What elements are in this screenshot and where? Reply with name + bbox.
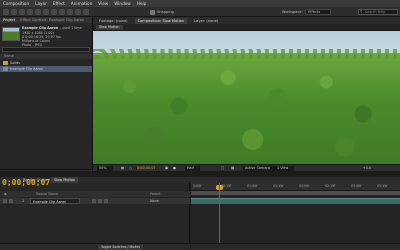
clip-thumbnail (2, 27, 20, 41)
search-help-text: Search Help (365, 10, 386, 14)
search-icon: ⚲ (360, 10, 363, 14)
search-help-input[interactable]: Search Help (358, 9, 398, 15)
footage-forest (93, 53, 400, 164)
audio-icon[interactable] (9, 199, 13, 203)
parent-dropdown[interactable]: None (150, 198, 159, 204)
layer-number: 1 (22, 199, 25, 203)
tab-effect-controls[interactable]: Effect Controls: Example Clip Aaron (20, 18, 84, 22)
ruler-tick: 03:15f (377, 184, 388, 188)
hand-tool-icon[interactable] (11, 9, 17, 15)
selection-tool-icon[interactable] (3, 9, 9, 15)
timeline-graph-area[interactable]: 0:00f 00:15f 01:00f 01:15f 02:00f 02:15f… (191, 183, 400, 250)
column-parent[interactable]: Parent (150, 192, 161, 196)
workspace-label: Workspace: (282, 10, 303, 14)
av-switches-icon: ◉ (4, 192, 7, 196)
project-column-name[interactable]: Name (0, 54, 92, 59)
tab-footage[interactable]: Footage: (none) (96, 18, 131, 24)
timeline-zoom-bar[interactable] (191, 243, 400, 250)
menu-effect[interactable]: Effect (53, 1, 65, 6)
timeline-left-footer: Toggle Switches / Modes (0, 243, 190, 250)
menu-bar: Composition Layer Effect Animation View … (0, 0, 400, 7)
ruler-tick: 01:15f (273, 184, 284, 188)
brush-tool-icon[interactable] (75, 9, 81, 15)
project-panel: Project Effect Controls: Example Clip Aa… (0, 17, 93, 177)
snapping-label: Snapping (157, 10, 174, 14)
pen-tool-icon[interactable] (59, 9, 65, 15)
toggle-switches-modes-button[interactable]: Toggle Switches / Modes (98, 245, 143, 250)
footage-icon (3, 67, 8, 71)
timeline-column-headers: ◉ Source Name Parent (0, 191, 190, 197)
project-search-input[interactable] (2, 47, 90, 52)
tab-project[interactable]: Project (3, 18, 15, 22)
clip-used-count: , used 1 time (60, 26, 82, 30)
ruler-tick: 01:00f (247, 184, 258, 188)
menu-animation[interactable]: Animation (71, 1, 92, 6)
shy-switch-icon[interactable] (92, 199, 96, 203)
work-area-bar[interactable] (191, 191, 400, 195)
snapping-checkbox[interactable] (150, 9, 155, 15)
quality-switch-icon[interactable] (98, 199, 102, 203)
layer-name[interactable]: Example Clip Aaron (30, 198, 80, 204)
project-panel-tabs: Project Effect Controls: Example Clip Aa… (0, 17, 92, 23)
column-source-name[interactable]: Source Name (36, 192, 58, 196)
puppet-tool-icon[interactable] (83, 9, 89, 15)
project-item-label: Example Clip Aaron (10, 67, 44, 71)
tab-layer[interactable]: Layer: (none) (191, 18, 221, 24)
timeline-timecode[interactable]: 0;00;00;07 (2, 178, 50, 187)
menu-composition[interactable]: Composition (3, 1, 29, 6)
ruler-tick: 03:00f (351, 184, 362, 188)
project-item-clip[interactable]: Example Clip Aaron (0, 66, 92, 72)
mask-tool-icon[interactable] (51, 9, 57, 15)
rotate-tool-icon[interactable] (27, 9, 33, 15)
menu-layer[interactable]: Layer (35, 1, 47, 6)
pan-behind-tool-icon[interactable] (43, 9, 49, 15)
ruler-tick: 02:15f (325, 184, 336, 188)
menu-view[interactable]: View (98, 1, 108, 6)
zoom-tool-icon[interactable] (19, 9, 25, 15)
workspace-dropdown[interactable]: Effects (305, 9, 332, 15)
playhead-line[interactable] (219, 183, 220, 250)
menu-help[interactable]: Help (137, 1, 147, 6)
footage-treeline (93, 49, 400, 59)
timeline-layer-panel: ◉ Source Name Parent 1 Example Clip Aaro… (0, 183, 190, 250)
project-item-list: Solids Example Clip Aaron (0, 60, 92, 72)
ruler-tick: 0:00f (193, 184, 202, 188)
viewer-tabs: Footage: (none) Composition: Slow Motion… (93, 17, 400, 24)
ruler-tick: 02:00f (299, 184, 310, 188)
tools-toolbar: Snapping Workspace: Effects Search Help … (0, 7, 400, 17)
camera-tool-icon[interactable] (35, 9, 41, 15)
visibility-eye-icon[interactable] (3, 199, 7, 203)
composition-breadcrumb-bar: Slow Motion (93, 24, 400, 31)
text-tool-icon[interactable] (67, 9, 73, 15)
viewer-controls: 50% ▦ ○ 0;00;00;07 ▣ ● Half □ ▩ Active C… (93, 164, 400, 171)
folder-icon (3, 61, 8, 65)
composition-viewer[interactable] (93, 31, 400, 164)
menu-window[interactable]: Window (114, 1, 131, 6)
layer-row[interactable]: 1 Example Clip Aaron None (0, 198, 190, 204)
tab-composition[interactable]: Composition: Slow Motion (134, 17, 188, 24)
layer-duration-bar[interactable] (191, 198, 400, 204)
project-item-label: Solids (10, 61, 21, 65)
clip-name: Example Clip Aaron (22, 26, 59, 30)
breadcrumb-slow-motion[interactable]: Slow Motion (96, 25, 123, 30)
fx-switch-icon[interactable] (104, 199, 108, 203)
